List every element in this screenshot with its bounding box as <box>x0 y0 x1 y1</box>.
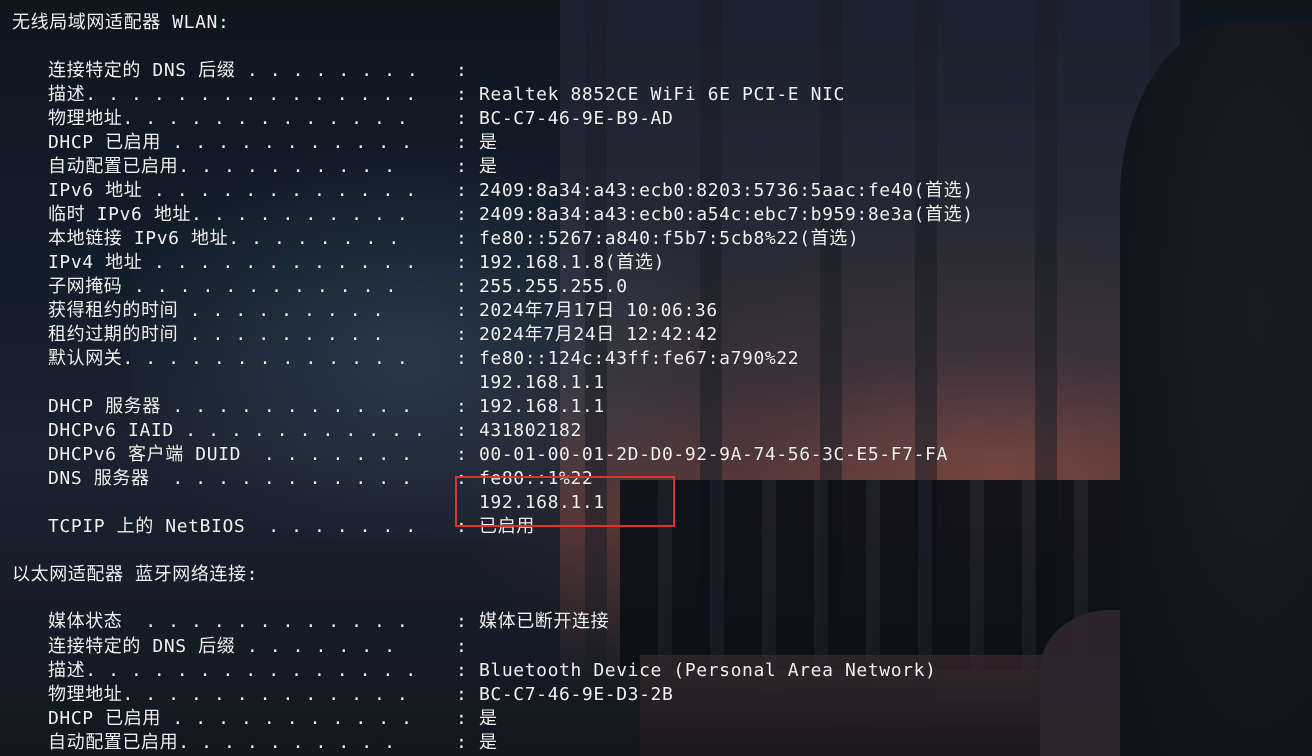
entry-colon: : <box>456 684 468 705</box>
entry-label: 租约过期的时间 . . . . . . . . . <box>48 324 385 345</box>
entry-label: DHCP 已启用 . . . . . . . . . . . <box>48 132 413 153</box>
entry-label: 自动配置已启用. . . . . . . . . . <box>48 732 396 753</box>
entry-value: BC-C7-46-9E-D3-2B <box>479 684 674 705</box>
section-title-bluetooth: 以太网适配器 蓝牙网络连接: <box>12 564 259 585</box>
entry-value: fe80::124c:43ff:fe67:a790%22 <box>479 348 800 369</box>
entry-label: DHCP 已启用 . . . . . . . . . . . <box>48 708 413 729</box>
entry-value: 2024年7月24日 12:42:42 <box>479 324 718 345</box>
entry-label: DHCP 服务器 . . . . . . . . . . . <box>48 396 413 417</box>
entry-value: 是 <box>479 156 498 177</box>
ipconfig-output: 无线局域网适配器 WLAN: 连接特定的 DNS 后缀 . . . . . . … <box>0 0 1312 756</box>
entry-value: 192.168.1.8(首选) <box>479 252 665 273</box>
entry-label: 连接特定的 DNS 后缀 . . . . . . . <box>48 636 396 657</box>
entry-label: DHCPv6 IAID . . . . . . . . . . . <box>48 420 426 441</box>
entry-label: 连接特定的 DNS 后缀 . . . . . . . . <box>48 60 419 81</box>
entry-label: 自动配置已启用. . . . . . . . . . <box>48 156 396 177</box>
entry-label: DHCPv6 客户端 DUID . . . . . . . <box>48 444 413 465</box>
entry-label: 获得租约的时间 . . . . . . . . . <box>48 300 385 321</box>
entry-colon: : <box>456 300 468 321</box>
entry-value: BC-C7-46-9E-B9-AD <box>479 108 674 129</box>
entry-colon: : <box>456 444 468 465</box>
entry-label: 本地链接 IPv6 地址. . . . . . . . <box>48 228 400 249</box>
entry-colon: : <box>456 156 468 177</box>
entry-value: 00-01-00-01-2D-D0-92-9A-74-56-3C-E5-F7-F… <box>479 444 948 465</box>
entry-colon: : <box>456 132 468 153</box>
entry-colon: : <box>456 708 468 729</box>
section-title-wlan: 无线局域网适配器 WLAN: <box>12 12 230 33</box>
entry-colon: : <box>456 348 468 369</box>
terminal-window[interactable]: 无线局域网适配器 WLAN: 连接特定的 DNS 后缀 . . . . . . … <box>0 0 1312 756</box>
entry-value: 192.168.1.1 <box>479 396 605 417</box>
entry-colon: : <box>456 660 468 681</box>
entry-label: 描述. . . . . . . . . . . . . . . <box>48 660 417 681</box>
entry-value: 2409:8a34:a43:ecb0:8203:5736:5aac:fe40(首… <box>479 180 974 201</box>
entry-value: 431802182 <box>479 420 582 441</box>
entry-colon: : <box>456 204 468 225</box>
entry-colon: : <box>456 636 468 657</box>
entry-value: Realtek 8852CE WiFi 6E PCI-E NIC <box>479 84 845 105</box>
entry-value: 2024年7月17日 10:06:36 <box>479 300 718 321</box>
entry-value-continuation: 192.168.1.1 <box>479 372 605 393</box>
entry-label: 默认网关. . . . . . . . . . . . . <box>48 348 409 369</box>
entry-colon: : <box>456 180 468 201</box>
entry-value: fe80::5267:a840:f5b7:5cb8%22(首选) <box>479 228 860 249</box>
entry-label: 物理地址. . . . . . . . . . . . . <box>48 684 409 705</box>
entry-colon: : <box>456 611 468 632</box>
entry-label: IPv6 地址 . . . . . . . . . . . . <box>48 180 417 201</box>
entry-colon: : <box>456 228 468 249</box>
entry-value: 是 <box>479 732 498 753</box>
entry-value: 255.255.255.0 <box>479 276 628 297</box>
entry-value: 媒体已断开连接 <box>479 611 610 632</box>
entry-label: TCPIP 上的 NetBIOS . . . . . . . <box>48 516 417 537</box>
entry-label: 描述. . . . . . . . . . . . . . . <box>48 84 417 105</box>
entry-label: IPv4 地址 . . . . . . . . . . . . <box>48 252 417 273</box>
entry-colon: : <box>456 420 468 441</box>
entry-colon: : <box>456 396 468 417</box>
entry-value: 是 <box>479 708 498 729</box>
entry-label: 物理地址. . . . . . . . . . . . . <box>48 108 409 129</box>
entry-label: DNS 服务器 . . . . . . . . . . . <box>48 468 413 489</box>
entry-colon: : <box>456 60 468 81</box>
dns-highlight-box <box>455 476 675 527</box>
entry-colon: : <box>456 252 468 273</box>
entry-value: Bluetooth Device (Personal Area Network) <box>479 660 937 681</box>
entry-value: 2409:8a34:a43:ecb0:a54c:ebc7:b959:8e3a(首… <box>479 204 974 225</box>
entry-colon: : <box>456 324 468 345</box>
entry-colon: : <box>456 276 468 297</box>
entry-label: 子网掩码 . . . . . . . . . . . . <box>48 276 397 297</box>
entry-colon: : <box>456 84 468 105</box>
entry-colon: : <box>456 732 468 753</box>
entry-colon: : <box>456 108 468 129</box>
entry-label: 媒体状态 . . . . . . . . . . . . <box>48 611 409 632</box>
entry-label: 临时 IPv6 地址. . . . . . . . . . <box>48 204 409 225</box>
entry-value: 是 <box>479 132 498 153</box>
